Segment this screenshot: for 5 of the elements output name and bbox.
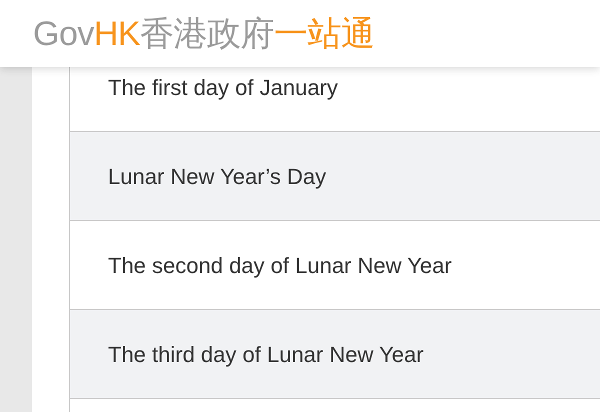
holiday-name: The third day of Lunar New Year <box>108 340 424 369</box>
site-logo[interactable]: GovHK香港政府一站通 <box>33 16 375 50</box>
holiday-name: The second day of Lunar New Year <box>108 252 452 280</box>
holiday-name: The first day of January <box>108 74 338 102</box>
holiday-name: Lunar New Year’s Day <box>108 162 326 191</box>
